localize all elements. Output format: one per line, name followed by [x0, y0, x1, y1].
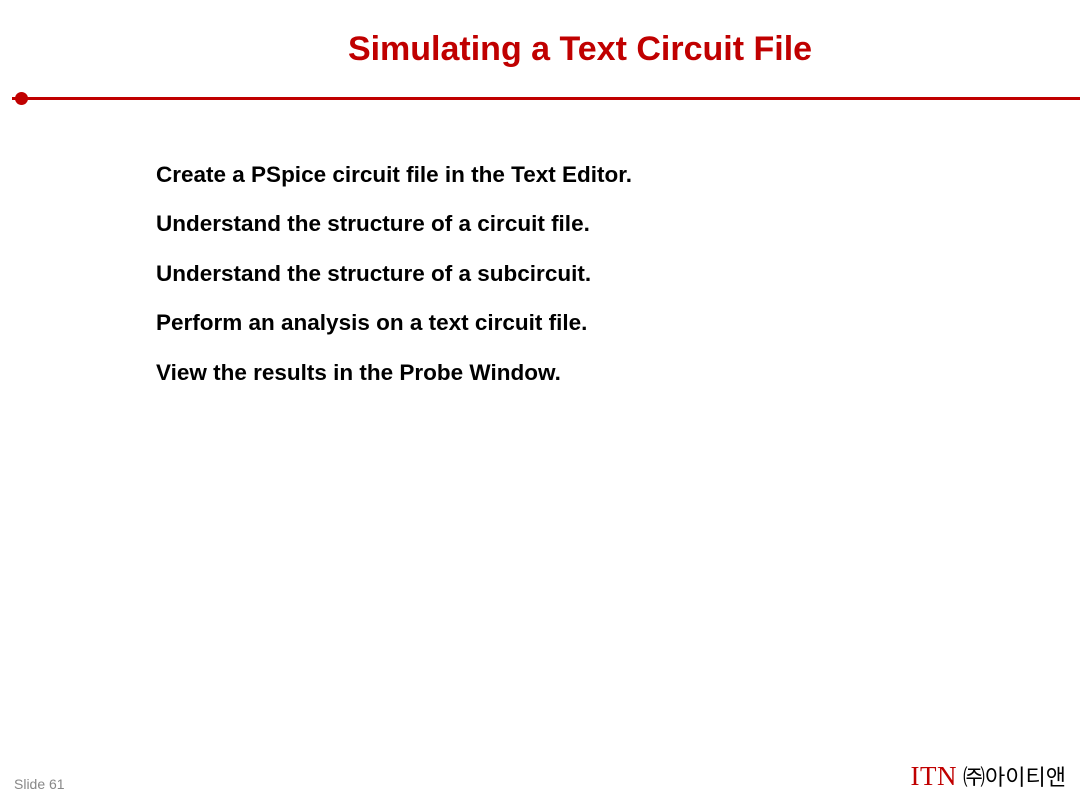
slide-number: Slide 61	[14, 776, 65, 792]
bullet-item: Perform an analysis on a text circuit fi…	[156, 308, 1080, 338]
divider	[12, 97, 1080, 100]
footer: Slide 61 ITN ㈜아이티앤	[0, 760, 1080, 792]
content-area: Create a PSpice circuit file in the Text…	[0, 100, 1080, 388]
divider-dot	[15, 92, 28, 105]
divider-line	[12, 97, 1080, 100]
bullet-item: Understand the structure of a subcircuit…	[156, 259, 1080, 289]
bullet-item: Understand the structure of a circuit fi…	[156, 209, 1080, 239]
logo-ko: ㈜아이티앤	[963, 760, 1066, 792]
slide-title: Simulating a Text Circuit File	[0, 0, 1080, 69]
company-logo: ITN ㈜아이티앤	[911, 760, 1066, 792]
bullet-item: View the results in the Probe Window.	[156, 358, 1080, 388]
bullet-item: Create a PSpice circuit file in the Text…	[156, 160, 1080, 190]
logo-en: ITN	[911, 761, 957, 792]
